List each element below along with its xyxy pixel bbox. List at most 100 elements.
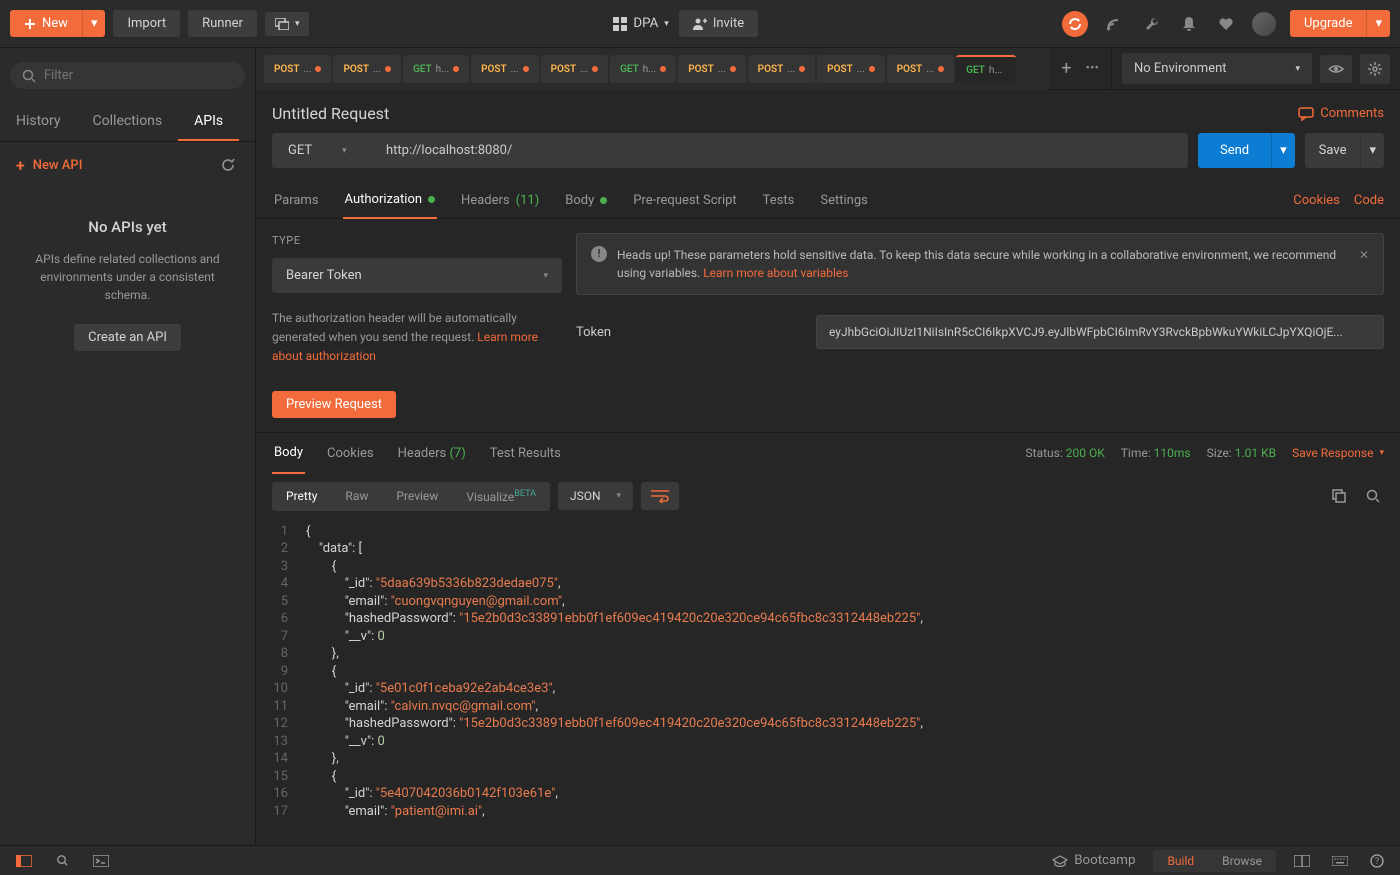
env-preview-button[interactable] bbox=[1320, 55, 1352, 83]
resp-tab-body[interactable]: Body bbox=[272, 433, 305, 474]
method-dropdown[interactable]: GET ▾ bbox=[272, 133, 372, 168]
tab-collections[interactable]: Collections bbox=[77, 103, 179, 141]
user-avatar[interactable] bbox=[1252, 12, 1276, 36]
format-dropdown[interactable]: JSON ▾ bbox=[558, 482, 633, 510]
new-window-button[interactable]: ▾ bbox=[265, 12, 310, 36]
import-button[interactable]: Import bbox=[113, 10, 180, 37]
send-caret[interactable]: ▾ bbox=[1271, 133, 1295, 168]
help-button[interactable]: ? bbox=[1366, 850, 1388, 872]
view-pretty[interactable]: Pretty bbox=[272, 482, 331, 511]
save-response-button[interactable]: Save Response ▾ bbox=[1292, 446, 1384, 460]
save-button[interactable]: Save bbox=[1305, 133, 1361, 168]
search-response-button[interactable] bbox=[1362, 485, 1384, 507]
code-text: { bbox=[306, 768, 1400, 786]
tab-authorization[interactable]: Authorization bbox=[343, 182, 438, 219]
tab-options-button[interactable]: ••• bbox=[1082, 57, 1104, 80]
view-preview[interactable]: Preview bbox=[382, 482, 452, 511]
env-settings-button[interactable] bbox=[1360, 54, 1390, 84]
find-button[interactable] bbox=[52, 850, 73, 871]
upgrade-button[interactable]: Upgrade bbox=[1290, 10, 1366, 37]
unsaved-dot bbox=[799, 66, 805, 72]
code-link[interactable]: Code bbox=[1354, 193, 1384, 208]
satellite-icon bbox=[1106, 16, 1122, 32]
browse-mode-button[interactable]: Browse bbox=[1208, 850, 1276, 872]
sync-button[interactable] bbox=[1062, 11, 1088, 37]
request-tab[interactable]: POST... bbox=[678, 55, 745, 83]
preview-request-button[interactable]: Preview Request bbox=[272, 391, 396, 418]
environment-bar: No Environment ▾ bbox=[1111, 48, 1400, 89]
auth-type-dropdown[interactable]: Bearer Token ▾ bbox=[272, 258, 562, 293]
response-toolbar: Pretty Raw Preview VisualizeBETA JSON ▾ bbox=[256, 474, 1400, 519]
code-line: 7 "__v": 0 bbox=[256, 628, 1400, 646]
wrap-lines-button[interactable] bbox=[641, 482, 679, 510]
new-button[interactable]: New bbox=[10, 10, 82, 37]
body-indicator-dot bbox=[600, 197, 607, 204]
new-button-caret[interactable]: ▾ bbox=[82, 10, 106, 37]
tab-tests[interactable]: Tests bbox=[761, 183, 797, 218]
tab-apis[interactable]: APIs bbox=[178, 103, 239, 141]
invite-button[interactable]: Invite bbox=[679, 10, 758, 37]
bootcamp-button[interactable]: Bootcamp bbox=[1048, 849, 1139, 872]
view-visualize[interactable]: VisualizeBETA bbox=[452, 482, 550, 511]
filter-input[interactable] bbox=[44, 68, 233, 83]
resp-tab-testresults[interactable]: Test Results bbox=[488, 434, 563, 473]
resp-tab-cookies[interactable]: Cookies bbox=[325, 434, 376, 473]
two-pane-button[interactable] bbox=[1290, 851, 1314, 871]
build-mode-button[interactable]: Build bbox=[1153, 850, 1208, 872]
request-tab[interactable]: GETh... bbox=[403, 55, 469, 83]
tab-auth-label: Authorization bbox=[345, 192, 423, 207]
workspace-selector[interactable]: DPA ▾ bbox=[613, 16, 668, 31]
tab-params[interactable]: Params bbox=[272, 183, 321, 218]
new-tab-button[interactable]: + bbox=[1057, 54, 1075, 83]
request-tab[interactable]: POST... bbox=[541, 55, 608, 83]
token-input[interactable]: eyJhbGciOiJIUzI1NiIsInR5cCI6IkpXVCJ9.eyJ… bbox=[816, 315, 1384, 349]
wrench-icon-button[interactable] bbox=[1140, 12, 1164, 36]
cookies-link[interactable]: Cookies bbox=[1293, 193, 1340, 208]
url-input[interactable] bbox=[372, 133, 1188, 168]
tab-settings[interactable]: Settings bbox=[818, 183, 869, 218]
runner-button[interactable]: Runner bbox=[188, 10, 257, 37]
new-api-button[interactable]: + New API bbox=[16, 156, 82, 175]
request-tab[interactable]: GETh... bbox=[956, 55, 1016, 83]
keyboard-shortcuts-button[interactable] bbox=[1328, 852, 1352, 870]
headers-count: (11) bbox=[516, 193, 540, 208]
refresh-button[interactable] bbox=[217, 154, 239, 176]
view-raw[interactable]: Raw bbox=[331, 482, 382, 511]
notifications-button[interactable] bbox=[1178, 12, 1200, 36]
environment-selector[interactable]: No Environment ▾ bbox=[1122, 53, 1312, 84]
satellite-icon-button[interactable] bbox=[1102, 12, 1126, 36]
request-tab[interactable]: POST... bbox=[748, 55, 815, 83]
line-number: 16 bbox=[256, 785, 306, 803]
resp-tab-headers[interactable]: Headers (7) bbox=[396, 434, 468, 473]
tab-name: ... bbox=[926, 64, 934, 75]
response-body-viewer[interactable]: 1{2 "data": [3 {4 "_id": "5daa639b5336b8… bbox=[256, 519, 1400, 845]
tab-prerequest[interactable]: Pre-request Script bbox=[631, 183, 738, 218]
learn-more-vars-link[interactable]: Learn more about variables bbox=[703, 266, 848, 280]
create-api-button[interactable]: Create an API bbox=[74, 324, 181, 351]
request-tab[interactable]: POST... bbox=[471, 55, 538, 83]
console-button[interactable] bbox=[89, 851, 113, 871]
line-number: 1 bbox=[256, 523, 306, 541]
unsaved-dot bbox=[660, 66, 666, 72]
comments-button[interactable]: Comments bbox=[1298, 106, 1384, 121]
request-tab[interactable]: GETh... bbox=[610, 55, 676, 83]
code-text: { bbox=[306, 523, 1400, 541]
resp-toolbar-right bbox=[1328, 485, 1384, 507]
tab-body[interactable]: Body bbox=[563, 183, 609, 218]
toggle-sidebar-button[interactable] bbox=[12, 851, 36, 871]
request-tab[interactable]: POST... bbox=[887, 55, 954, 83]
request-tab[interactable]: POST... bbox=[817, 55, 884, 83]
tab-history[interactable]: History bbox=[0, 103, 77, 141]
request-tab[interactable]: POST... bbox=[264, 55, 331, 83]
sidebar-filter[interactable] bbox=[10, 62, 245, 89]
close-banner-button[interactable]: ✕ bbox=[1359, 246, 1369, 264]
send-button[interactable]: Send bbox=[1198, 133, 1271, 168]
heart-button[interactable] bbox=[1214, 13, 1238, 35]
line-number: 11 bbox=[256, 698, 306, 716]
mode-toggle: Build Browse bbox=[1153, 850, 1276, 872]
tab-headers[interactable]: Headers (11) bbox=[459, 183, 541, 218]
save-caret[interactable]: ▾ bbox=[1360, 133, 1384, 168]
copy-response-button[interactable] bbox=[1328, 485, 1350, 507]
request-tab[interactable]: POST... bbox=[333, 55, 400, 83]
upgrade-caret[interactable]: ▾ bbox=[1366, 10, 1390, 37]
